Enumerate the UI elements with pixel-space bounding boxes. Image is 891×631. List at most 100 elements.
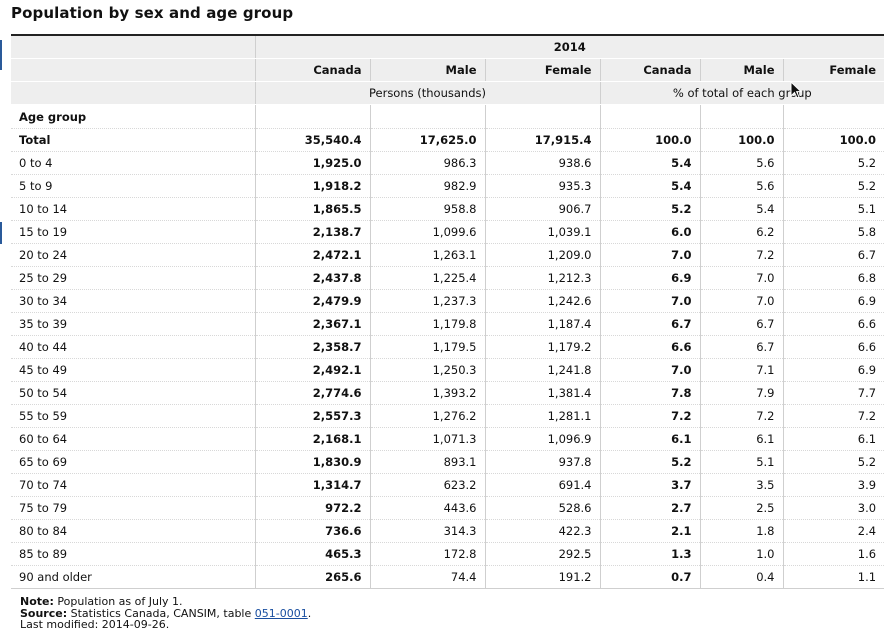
table-row: 60 to 64 2,168.1 1,071.3 1,096.9 6.1 6.1 6.1 xyxy=(11,427,885,451)
table-cell: 6.1 xyxy=(699,427,783,451)
table-cell: 5.4 xyxy=(599,151,700,175)
table-cell: 6.6 xyxy=(782,335,885,359)
table-cell: 2,138.7 xyxy=(254,220,370,244)
table-cell: 6.1 xyxy=(782,427,885,451)
table-cell: 1,276.2 xyxy=(369,404,485,428)
table-cell: 1,865.5 xyxy=(254,197,370,221)
table-cell: 2.7 xyxy=(599,496,700,520)
table-cell: 1,281.1 xyxy=(484,404,600,428)
table-row: 25 to 29 2,437.8 1,225.4 1,212.3 6.9 7.0 6.8 xyxy=(11,266,885,290)
table-cell: 6.8 xyxy=(782,266,885,290)
table-cell: 1,179.5 xyxy=(369,335,485,359)
table-cell: 1,212.3 xyxy=(484,266,600,290)
table-row: 45 to 49 2,492.1 1,250.3 1,241.8 7.0 7.1 6.9 xyxy=(11,358,885,382)
table-cell: 1,187.4 xyxy=(484,312,600,336)
table-cell: 191.2 xyxy=(484,565,600,589)
table-cell: 7.0 xyxy=(599,358,700,382)
table-cell: 1.3 xyxy=(599,542,700,566)
table-cell: 6.6 xyxy=(599,335,700,359)
row-label: Total xyxy=(11,128,255,152)
table-row: 35 to 39 2,367.1 1,179.8 1,187.4 6.7 6.7 6.6 xyxy=(11,312,885,336)
table-cell: 3.5 xyxy=(699,473,783,497)
header-corner xyxy=(11,81,255,105)
table-cell: 1,381.4 xyxy=(484,381,600,405)
page-title: Population by sex and age group xyxy=(11,4,294,22)
table-cell: 6.9 xyxy=(782,289,885,313)
table-cell: 6.7 xyxy=(699,335,783,359)
table-cell: 6.9 xyxy=(599,266,700,290)
source-table-link[interactable]: 051-0001 xyxy=(255,607,308,620)
table-cell: 3.0 xyxy=(782,496,885,520)
table-cell: 74.4 xyxy=(369,565,485,589)
table-row: 10 to 14 1,865.5 958.8 906.7 5.2 5.4 5.1 xyxy=(11,197,885,221)
table-row: 75 to 79 972.2 443.6 528.6 2.7 2.5 3.0 xyxy=(11,496,885,520)
table-cell: 1,225.4 xyxy=(369,266,485,290)
left-edge-marks xyxy=(0,0,3,630)
table-cell: 172.8 xyxy=(369,542,485,566)
table-cell: 1,918.2 xyxy=(254,174,370,198)
table-cell: 7.2 xyxy=(782,404,885,428)
table-cell: 17,625.0 xyxy=(369,128,485,152)
table-cell: 2.4 xyxy=(782,519,885,543)
table-row: 55 to 59 2,557.3 1,276.2 1,281.1 7.2 7.2 7.2 xyxy=(11,404,885,428)
row-label: 65 to 69 xyxy=(11,450,255,474)
row-label: 35 to 39 xyxy=(11,312,255,336)
table-row: 30 to 34 2,479.9 1,237.3 1,242.6 7.0 7.0 6.9 xyxy=(11,289,885,313)
table-cell: 100.0 xyxy=(599,128,700,152)
row-label: 80 to 84 xyxy=(11,519,255,543)
table-container: 2014 Canada Male Female Canada Male Female Pe… xyxy=(11,34,885,589)
table-row: 50 to 54 2,774.6 1,393.2 1,381.4 7.8 7.9 7.7 xyxy=(11,381,885,405)
row-label: 30 to 34 xyxy=(11,289,255,313)
table-row: 15 to 19 2,138.7 1,099.6 1,039.1 6.0 6.2 5.8 xyxy=(11,220,885,244)
row-label: 75 to 79 xyxy=(11,496,255,520)
population-table: 2014 Canada Male Female Canada Male Female Pe… xyxy=(11,34,885,589)
table-cell: 2,557.3 xyxy=(254,404,370,428)
table-cell: 7.8 xyxy=(599,381,700,405)
table-row: 70 to 74 1,314.7 623.2 691.4 3.7 3.5 3.9 xyxy=(11,473,885,497)
table-cell: 2,492.1 xyxy=(254,358,370,382)
table-cell: 7.2 xyxy=(699,243,783,267)
table-cell: 5.2 xyxy=(782,174,885,198)
table-cell: 5.6 xyxy=(699,174,783,198)
table-cell: 1,250.3 xyxy=(369,358,485,382)
row-label: 0 to 4 xyxy=(11,151,255,175)
table-cell: 938.6 xyxy=(484,151,600,175)
unit-group-percent: % of total of each group xyxy=(599,81,885,105)
table-cell: 1.6 xyxy=(782,542,885,566)
table-cell: 906.7 xyxy=(484,197,600,221)
table-row: 85 to 89 465.3 172.8 292.5 1.3 1.0 1.6 xyxy=(11,542,885,566)
table-cell: 2,367.1 xyxy=(254,312,370,336)
table-cell: 3.9 xyxy=(782,473,885,497)
table-cell: 6.6 xyxy=(782,312,885,336)
table-cell: 972.2 xyxy=(254,496,370,520)
table-notes: Note: Population as of July 1. Source: S… xyxy=(20,596,311,631)
table-cell: 2,358.7 xyxy=(254,335,370,359)
table-cell: 7.9 xyxy=(699,381,783,405)
table-cell: 1,237.3 xyxy=(369,289,485,313)
table-cell: 6.7 xyxy=(699,312,783,336)
table-cell: 2,774.6 xyxy=(254,381,370,405)
row-label: 50 to 54 xyxy=(11,381,255,405)
row-label: 20 to 24 xyxy=(11,243,255,267)
table-cell: 1,039.1 xyxy=(484,220,600,244)
table-cell: 1,393.2 xyxy=(369,381,485,405)
row-label: 90 and older xyxy=(11,565,255,589)
last-modified: Last modified: 2014-09-26. xyxy=(20,618,170,631)
table-cell: 623.2 xyxy=(369,473,485,497)
table-cell: 0.7 xyxy=(599,565,700,589)
row-label: 15 to 19 xyxy=(11,220,255,244)
column-header: Male xyxy=(369,58,485,82)
source-end: . xyxy=(307,606,312,620)
table-cell: 1,314.7 xyxy=(254,473,370,497)
table-cell: 17,915.4 xyxy=(484,128,600,152)
table-cell: 5.2 xyxy=(599,450,700,474)
table-cell: 1.8 xyxy=(699,519,783,543)
left-edge-mark xyxy=(0,222,2,244)
table-cell: 7.7 xyxy=(782,381,885,405)
header-corner xyxy=(11,34,255,59)
table-row: 40 to 44 2,358.7 1,179.5 1,179.2 6.6 6.7 6.6 xyxy=(11,335,885,359)
table-cell: 5.8 xyxy=(782,220,885,244)
row-label: 70 to 74 xyxy=(11,473,255,497)
table-row: Total 35,540.4 17,625.0 17,915.4 100.0 100.0 1… xyxy=(11,128,885,152)
row-label: 45 to 49 xyxy=(11,358,255,382)
